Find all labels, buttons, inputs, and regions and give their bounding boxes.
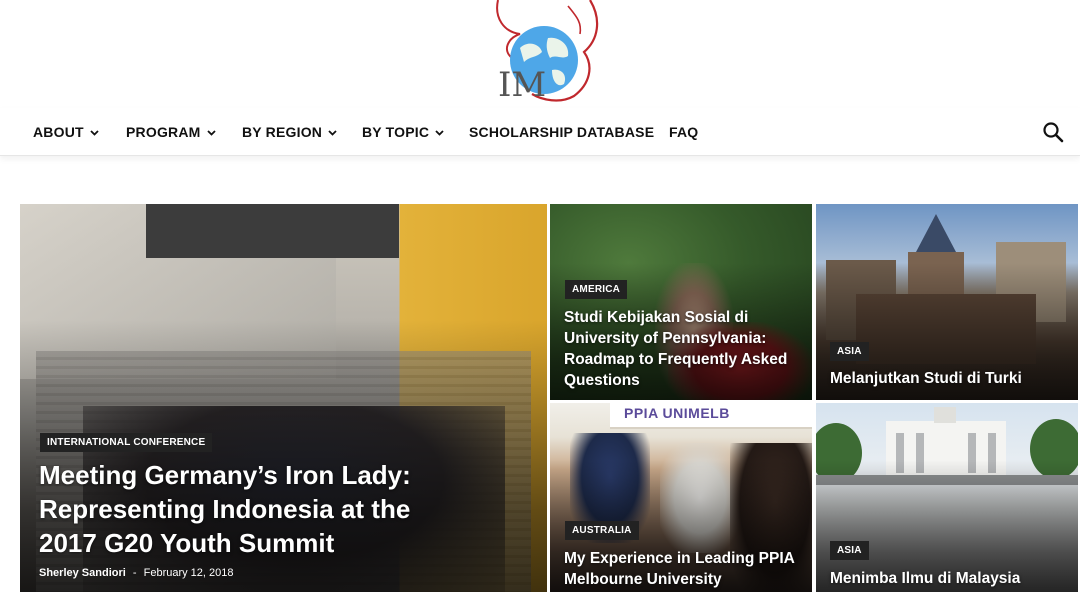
article-title[interactable]: Melanjutkan Studi di Turki [830, 368, 1066, 389]
nav-item-label: SCHOLARSHIP DATABASE [469, 124, 655, 140]
category-badge[interactable]: AUSTRALIA [565, 521, 639, 540]
nav-item-label: ABOUT [33, 124, 84, 140]
featured-article-australia[interactable]: PPIA UNIMELB AUSTRALIA My Experience in … [550, 403, 812, 592]
nav-item-by-topic[interactable]: BY TOPIC [362, 108, 444, 156]
nav-item-label: BY REGION [242, 124, 323, 140]
publish-date: February 12, 2018 [143, 567, 234, 579]
article-title[interactable]: Meeting Germany’s Iron Lady: Representin… [39, 458, 419, 560]
nav-item-label: BY TOPIC [362, 124, 430, 140]
logo-graphic: IM [496, 0, 599, 105]
nav-item-by-region[interactable]: BY REGION [242, 108, 337, 156]
nav-item-faq[interactable]: FAQ [669, 108, 698, 156]
chevron-down-icon [328, 130, 337, 137]
category-badge[interactable]: ASIA [830, 342, 869, 361]
nav-item-about[interactable]: ABOUT [33, 108, 99, 156]
chevron-down-icon [90, 130, 99, 137]
featured-article-turki[interactable]: ASIA Melanjutkan Studi di Turki [816, 204, 1078, 400]
svg-text:IM: IM [498, 65, 546, 104]
nav-item-program[interactable]: PROGRAM [126, 108, 216, 156]
main-navigation: ABOUT PROGRAM BY REGION BY TOPIC SCHOLAR… [0, 108, 1080, 156]
featured-article-main[interactable]: INTERNATIONAL CONFERENCE Meeting Germany… [20, 204, 547, 592]
roof-overhang [146, 204, 400, 259]
nav-item-scholarship-database[interactable]: SCHOLARSHIP DATABASE [469, 108, 654, 156]
category-badge[interactable]: INTERNATIONAL CONFERENCE [40, 433, 213, 452]
chevron-down-icon [206, 130, 216, 137]
article-title[interactable]: My Experience in Leading PPIA Melbourne … [564, 548, 804, 590]
featured-article-america[interactable]: AMERICA Studi Kebijakan Sosial di Univer… [550, 204, 812, 400]
author-name[interactable]: Sherley Sandiori [39, 567, 126, 579]
ppia-banner: PPIA UNIMELB [610, 403, 812, 429]
chevron-down-icon [435, 130, 444, 137]
search-icon[interactable] [1042, 121, 1064, 143]
site-logo[interactable]: IM [490, 0, 610, 105]
article-title[interactable]: Menimba Ilmu di Malaysia [830, 568, 1070, 589]
article-title[interactable]: Studi Kebijakan Sosial di University of … [564, 307, 800, 391]
nav-item-label: FAQ [669, 124, 699, 140]
featured-article-malaysia[interactable]: ASIA Menimba Ilmu di Malaysia [816, 403, 1078, 592]
category-badge[interactable]: ASIA [830, 541, 869, 560]
meta-separator: - [132, 567, 137, 579]
article-meta: Sherley Sandiori - February 12, 2018 [39, 567, 234, 579]
nav-item-label: PROGRAM [126, 124, 201, 140]
category-badge[interactable]: AMERICA [565, 280, 628, 299]
banner-text: PPIA UNIMELB [624, 405, 730, 421]
